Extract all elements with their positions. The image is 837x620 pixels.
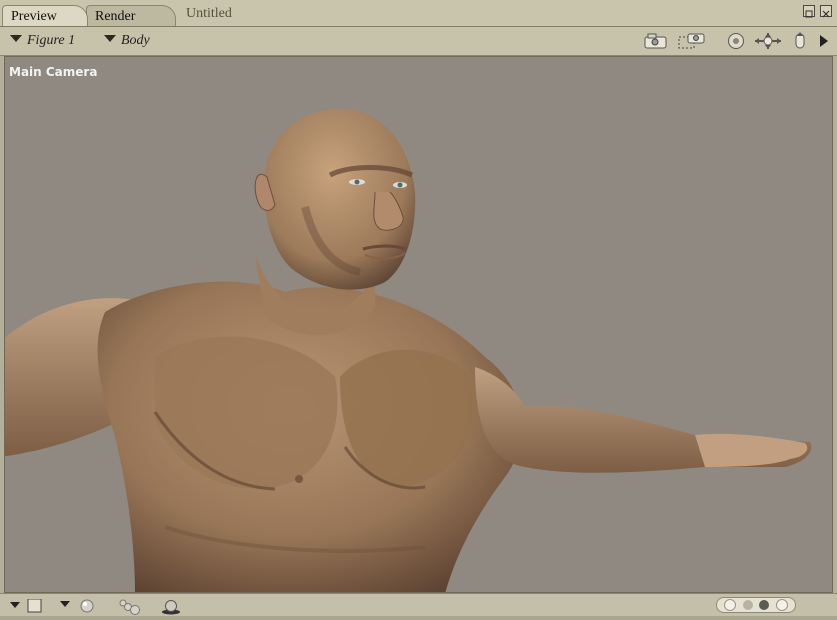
figure-render xyxy=(5,108,812,592)
move-z-icon xyxy=(795,32,805,49)
display-dot-1[interactable] xyxy=(724,599,737,611)
document-title: Untitled xyxy=(186,6,232,21)
camera-icon xyxy=(644,33,667,49)
document-menu-button[interactable] xyxy=(10,598,46,618)
preview-window: Render Preview Untitled Figure 1 Body Ma… xyxy=(0,0,837,616)
tab-preview[interactable]: Preview xyxy=(2,5,88,26)
ground-shadow-icon xyxy=(162,600,180,615)
render-area-icon xyxy=(678,33,705,49)
trackball-button[interactable] xyxy=(725,32,747,50)
display-dot-3[interactable] xyxy=(759,600,770,610)
camera-button[interactable] xyxy=(643,32,669,50)
figure-menu[interactable]: Figure 1 xyxy=(10,33,75,49)
maximize-icon xyxy=(805,10,813,18)
move-xy-button[interactable] xyxy=(753,32,783,50)
viewport-toolbar: Figure 1 Body xyxy=(0,27,837,56)
move-xy-icon xyxy=(755,33,781,49)
tab-render-label: Render xyxy=(95,9,136,24)
ground-shadow-button[interactable] xyxy=(160,597,182,620)
display-style-selector[interactable] xyxy=(716,597,796,613)
3d-viewport[interactable]: Main Camera xyxy=(4,56,833,593)
body-menu-label: Body xyxy=(121,33,150,48)
figure-menu-label: Figure 1 xyxy=(27,33,76,48)
lighting-sphere-icon xyxy=(60,599,94,613)
tab-preview-label: Preview xyxy=(11,9,57,24)
document-menu-icon xyxy=(10,598,42,613)
chevron-down-icon xyxy=(104,35,116,42)
tab-render[interactable]: Render xyxy=(86,5,176,26)
close-button[interactable] xyxy=(820,5,832,18)
body-menu[interactable]: Body xyxy=(104,33,150,49)
play-button[interactable] xyxy=(818,32,830,50)
render-area-button[interactable] xyxy=(677,32,707,50)
multi-sphere-icon xyxy=(119,599,140,615)
display-dot-4[interactable] xyxy=(775,599,788,611)
move-z-button[interactable] xyxy=(790,32,810,50)
camera-label: Main Camera xyxy=(9,65,98,79)
bottom-bar xyxy=(0,593,837,616)
maximize-button[interactable] xyxy=(803,5,815,18)
play-arrow-icon xyxy=(820,35,828,47)
multi-sphere-button[interactable] xyxy=(118,597,142,620)
chevron-down-icon xyxy=(10,35,22,42)
trackball-icon xyxy=(728,33,744,49)
tab-bar: Render Preview Untitled xyxy=(0,0,837,27)
lighting-menu-button[interactable] xyxy=(60,598,96,619)
close-icon xyxy=(822,10,830,18)
display-dot-2[interactable] xyxy=(742,600,753,610)
